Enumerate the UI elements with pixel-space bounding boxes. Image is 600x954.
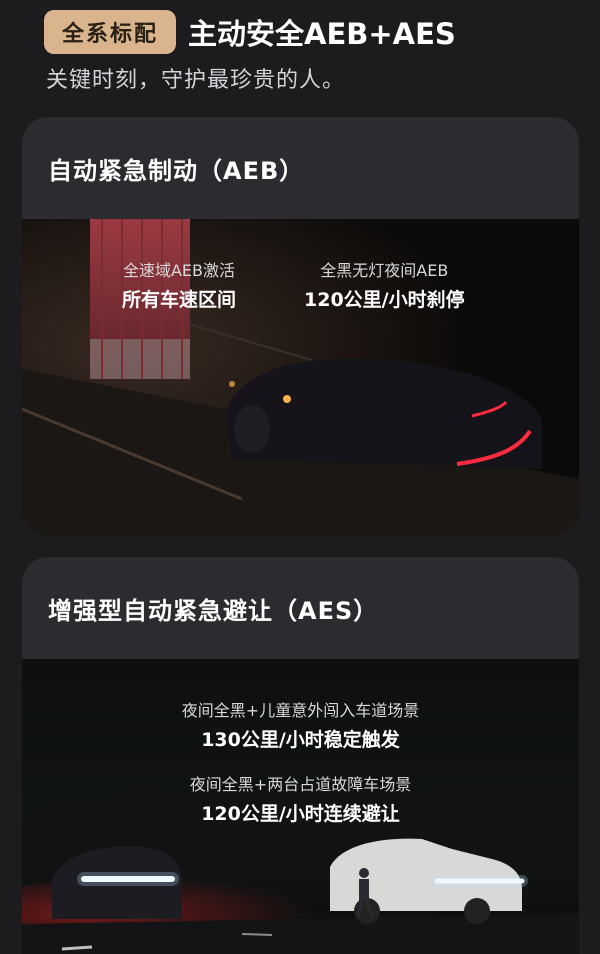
- aes-card-title: 增强型自动紧急避让（AES）: [48, 596, 379, 625]
- aeb-card-header: 自动紧急制动（AEB）: [22, 117, 579, 219]
- page-subtitle: 关键时刻，守护最珍贵的人。: [46, 68, 346, 93]
- aeb-card-title: 自动紧急制动（AEB）: [48, 156, 305, 185]
- stat-value: 130公里/小时稳定触发: [201, 729, 400, 751]
- aes-card-header: 增强型自动紧急避让（AES）: [22, 557, 579, 659]
- stat-label: 全速域AEB激活: [122, 261, 236, 280]
- aeb-stat-speed-range: 全速域AEB激活 所有车速区间: [122, 257, 236, 312]
- aeb-card: 自动紧急制动（AEB） 全速域AEB激活 所有车速区间 全黑无灯夜间AEB 12…: [22, 117, 579, 535]
- stat-value: 120公里/小时刹停: [304, 289, 465, 311]
- aeb-scene-illustration: [22, 219, 579, 535]
- aes-stat-child-scenario: 夜间全黑+儿童意外闯入车道场景 130公里/小时稳定触发: [22, 697, 579, 752]
- stat-label: 全黑无灯夜间AEB: [320, 261, 449, 280]
- stat-value: 120公里/小时连续避让: [201, 803, 400, 825]
- aes-stat-two-cars-scenario: 夜间全黑+两台占道故障车场景 120公里/小时连续避让: [22, 771, 579, 826]
- aeb-stat-night-braking: 全黑无灯夜间AEB 120公里/小时刹停: [304, 257, 465, 312]
- stat-label: 夜间全黑+两台占道故障车场景: [189, 775, 412, 794]
- standard-badge: 全系标配: [44, 10, 177, 54]
- aes-card: 增强型自动紧急避让（AES） 夜间全黑+儿童意外闯入车道场景 130公里/小时稳…: [22, 557, 579, 954]
- title-row: 全系标配 主动安全AEB+AES: [44, 10, 584, 54]
- stat-label: 夜间全黑+儿童意外闯入车道场景: [181, 701, 420, 720]
- stat-value: 所有车速区间: [122, 289, 237, 311]
- aeb-night-scene-image: 全速域AEB激活 所有车速区间 全黑无灯夜间AEB 120公里/小时刹停: [22, 219, 579, 535]
- page-header: 全系标配 主动安全AEB+AES 关键时刻，守护最珍贵的人。: [44, 10, 584, 94]
- page-title: 主动安全AEB+AES: [188, 17, 456, 51]
- aes-night-scene-image: 夜间全黑+儿童意外闯入车道场景 130公里/小时稳定触发 夜间全黑+两台占道故障…: [22, 659, 579, 954]
